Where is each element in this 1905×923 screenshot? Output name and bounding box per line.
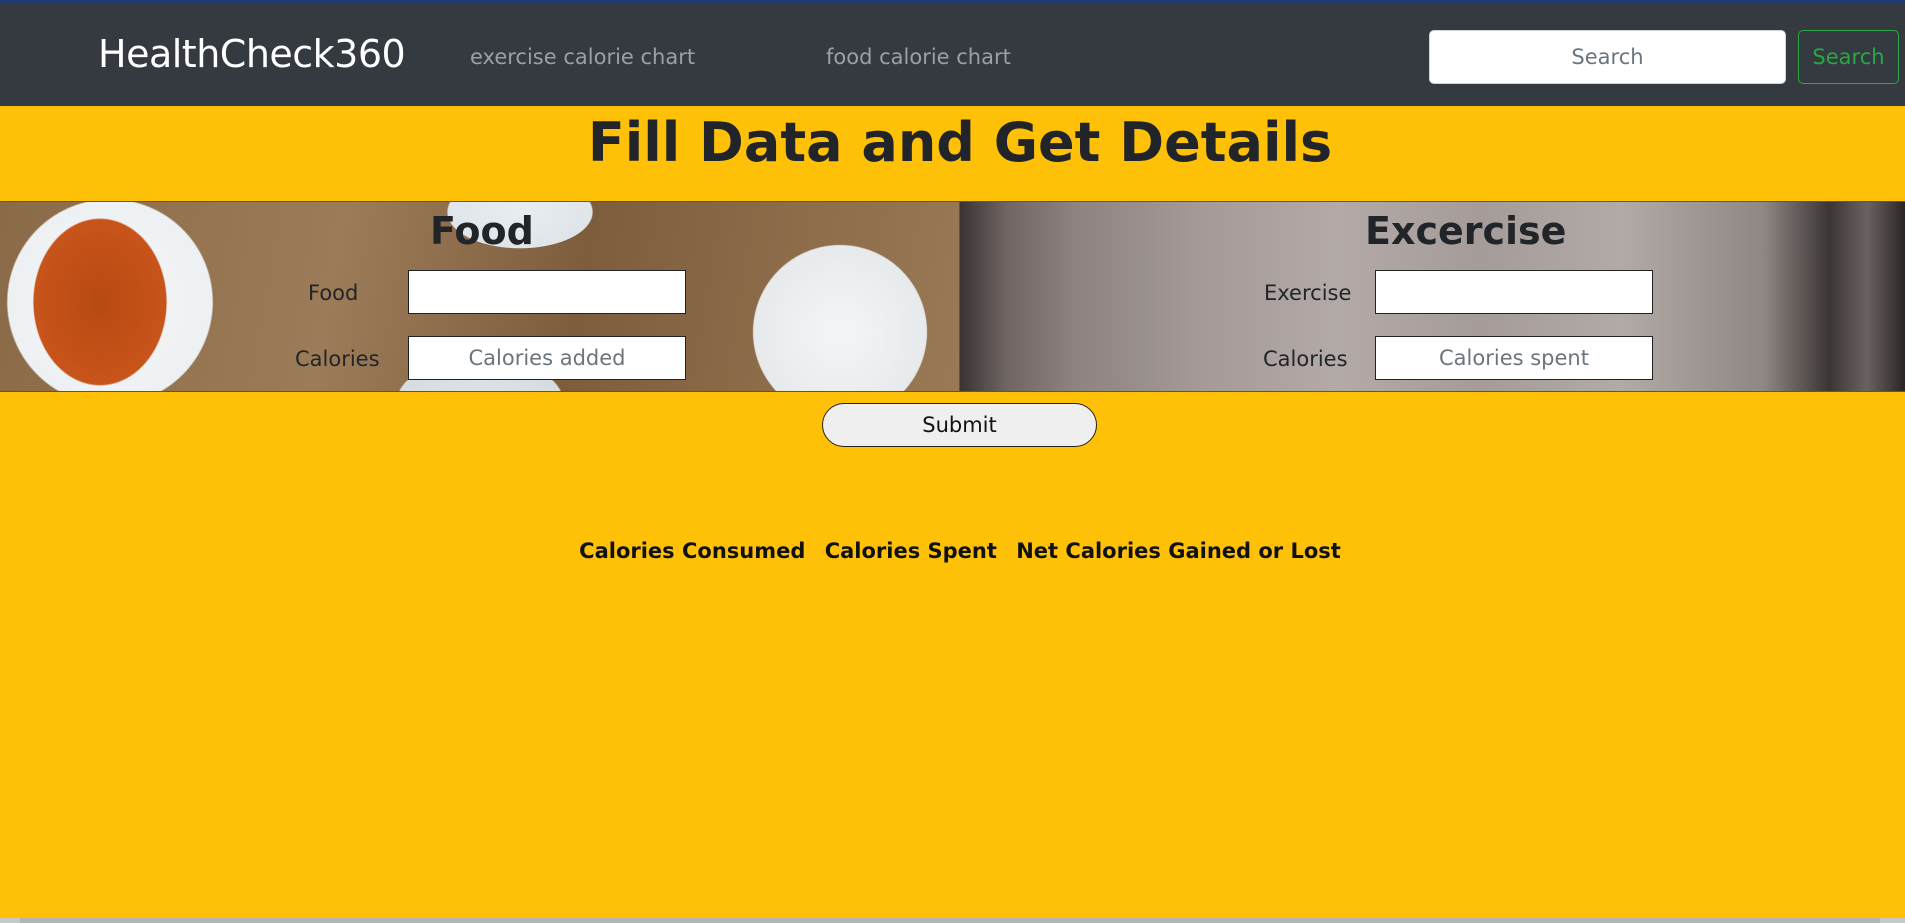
- exercise-label: Exercise: [1264, 281, 1352, 305]
- horizontal-scrollbar[interactable]: [0, 918, 1905, 923]
- brand-logo[interactable]: HealthCheck360: [98, 31, 406, 77]
- nav-link-exercise-calorie-chart[interactable]: exercise calorie chart: [470, 44, 695, 70]
- page-title: Fill Data and Get Details: [587, 111, 1333, 174]
- search-input[interactable]: [1429, 30, 1786, 84]
- search-button[interactable]: Search: [1798, 30, 1899, 84]
- scrollbar-thumb[interactable]: [20, 918, 1880, 923]
- calories-spent-input[interactable]: [1375, 336, 1653, 380]
- submit-button[interactable]: Submit: [822, 403, 1097, 447]
- exercise-panel-heading: Excercise: [1365, 209, 1567, 253]
- food-input[interactable]: [408, 270, 686, 314]
- food-calories-label: Calories: [295, 347, 380, 371]
- food-label: Food: [308, 281, 359, 305]
- calories-consumed-label: Calories Consumed: [579, 539, 806, 563]
- navbar: HealthCheck360 exercise calorie chart fo…: [0, 4, 1905, 106]
- exercise-input[interactable]: [1375, 270, 1653, 314]
- calories-added-input[interactable]: [408, 336, 686, 380]
- form-panels: Food Food Calories Excercise Exercise Ca…: [0, 201, 1905, 392]
- calories-spent-label: Calories Spent: [824, 539, 997, 563]
- exercise-panel: Excercise Exercise Calories: [960, 202, 1905, 391]
- nav-link-food-calorie-chart[interactable]: food calorie chart: [826, 44, 1011, 70]
- results-summary: Calories Consumed Calories Spent Net Cal…: [0, 538, 1905, 564]
- net-calories-label: Net Calories Gained or Lost: [1016, 539, 1341, 563]
- exercise-calories-label: Calories: [1263, 347, 1348, 371]
- food-panel-heading: Food: [430, 209, 534, 253]
- food-panel: Food Food Calories: [0, 202, 960, 391]
